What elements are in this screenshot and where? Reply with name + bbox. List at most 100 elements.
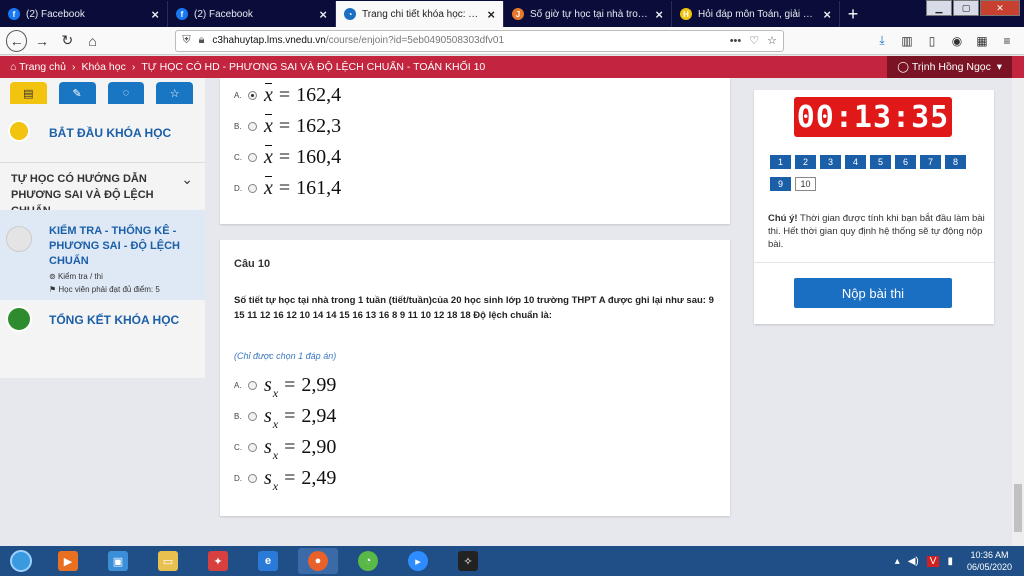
page-actions-menu[interactable]: ••• — [730, 35, 742, 47]
question-icon: ⊚ — [49, 272, 58, 281]
close-tab-icon[interactable]: × — [823, 7, 831, 22]
question-nav-button[interactable]: 1 — [770, 155, 791, 169]
network-icon[interactable]: ▮ — [947, 556, 953, 567]
option-radio[interactable] — [248, 473, 257, 483]
browser-tab-strip: f (2) Facebook × f (2) Facebook × ◔ Trang chi t… — [0, 0, 1024, 27]
taskbar-firefox[interactable]: ● — [298, 548, 338, 574]
answer-option[interactable]: D. s x = 2,49 — [234, 463, 336, 493]
account-icon[interactable]: ◉ — [946, 30, 968, 52]
antivirus-icon[interactable]: V — [926, 555, 940, 567]
system-clock[interactable]: 10:36 AM 06/05/2020 — [967, 549, 1012, 573]
formula-value: 2,49 — [301, 466, 337, 489]
scrollbar-thumb[interactable] — [1014, 484, 1022, 532]
answer-option[interactable]: A. x = 162,4 — [234, 80, 341, 110]
option-letter: B. — [234, 121, 242, 131]
user-name: Trịnh Hồng Ngọc — [911, 61, 991, 73]
exam-note: Chú ý! Thời gian được tính khi bạn bắt đ… — [768, 213, 985, 250]
bookmark-star-icon[interactable]: ☆ — [767, 34, 777, 47]
close-tab-icon[interactable]: × — [151, 7, 159, 22]
close-tab-icon[interactable]: × — [655, 7, 663, 22]
browser-tab[interactable]: f (2) Facebook × — [0, 1, 168, 27]
home-icon: ⌂ — [10, 61, 20, 73]
taskbar-app[interactable]: ▣ — [98, 548, 138, 574]
back-button[interactable]: ← — [6, 29, 28, 52]
tray-expand-icon[interactable]: ▴ — [895, 556, 900, 567]
option-radio[interactable] — [248, 411, 257, 421]
question-nav-button[interactable]: 7 — [920, 155, 941, 169]
option-radio[interactable] — [248, 152, 257, 162]
home-button[interactable]: ⌂ — [82, 30, 103, 52]
option-radio[interactable] — [248, 90, 257, 100]
sidebar-toggle-icon[interactable]: ▯ — [921, 30, 943, 52]
taskbar-explorer[interactable]: ▭ — [148, 548, 188, 574]
volume-icon[interactable]: ◀) — [908, 556, 919, 567]
question-nav-button[interactable]: 6 — [895, 155, 916, 169]
browser-tab[interactable]: H Hỏi đáp môn Toán, giải bài tập × — [672, 1, 840, 27]
answer-option[interactable]: C. x = 160,4 — [234, 142, 341, 172]
question-nav-button[interactable]: 9 — [770, 177, 791, 191]
menu-icon[interactable]: ≡ — [996, 30, 1018, 52]
browser-tab[interactable]: ◔ Trang chi tiết khóa học: TỰ HỌ × — [336, 1, 504, 27]
sidebar-item-start[interactable]: BẮT ĐẦU KHÓA HỌC — [0, 118, 205, 148]
library-icon[interactable]: ▥ — [896, 30, 918, 52]
taskbar-ie[interactable]: e — [248, 548, 288, 574]
forward-button[interactable]: → — [31, 30, 52, 52]
pocket-icon[interactable]: ♡ — [749, 34, 759, 47]
browser-tab[interactable]: f (2) Facebook × — [168, 1, 336, 27]
sidebar-section[interactable]: TỰ HỌC CÓ HƯỚNG DẪN PHƯƠNG SAI VÀ ĐỘ LỆC… — [0, 162, 205, 217]
tab-title: Hỏi đáp môn Toán, giải bài tập — [698, 8, 817, 20]
question-nav-button[interactable]: 5 — [870, 155, 891, 169]
sidebar-item-summary[interactable]: TỔNG KẾT KHÓA HỌC — [0, 302, 205, 342]
flag-icon: ⚑ — [49, 285, 59, 294]
breadcrumb-home[interactable]: Trang chủ — [19, 61, 66, 73]
minimize-button[interactable]: ▁ — [926, 0, 952, 16]
breadcrumb-courses[interactable]: Khóa học — [81, 61, 125, 73]
page-scrollbar[interactable] — [1012, 78, 1024, 546]
answer-option[interactable]: C. s x = 2,90 — [234, 432, 336, 462]
taskbar-zoom[interactable]: ▸ — [398, 548, 438, 574]
answer-option[interactable]: D. x = 161,4 — [234, 173, 341, 203]
option-radio[interactable] — [248, 121, 257, 131]
answer-option[interactable]: B. x = 162,3 — [234, 111, 341, 141]
tab-favorites[interactable]: ☆ — [156, 82, 193, 104]
formula-variable: s — [264, 435, 272, 458]
option-radio[interactable] — [248, 380, 257, 390]
browser-tab[interactable]: J Số giờ tự học tại nhà trong 1 tu × — [504, 1, 672, 27]
question-nav-button[interactable]: 2 — [795, 155, 816, 169]
option-radio[interactable] — [248, 442, 257, 452]
question-nav-button[interactable]: 4 — [845, 155, 866, 169]
formula-value: 161,4 — [296, 176, 342, 199]
taskbar-paint[interactable]: ✦ — [198, 548, 238, 574]
tab-comments[interactable]: ◌ — [107, 82, 145, 104]
user-menu[interactable]: ◯ Trịnh Hồng Ngọc ▾ — [887, 56, 1012, 78]
taskbar-coccoc[interactable]: ◔ — [348, 548, 388, 574]
tab-book[interactable]: ▤ — [10, 82, 47, 104]
lesson-type: ⊚ Kiểm tra / thi — [49, 272, 103, 281]
download-icon[interactable]: ⤓ — [871, 30, 893, 52]
extensions-icon[interactable]: ▦ — [971, 30, 993, 52]
question-nav-button[interactable]: 8 — [945, 155, 966, 169]
tab-attachments[interactable]: ✎ — [58, 82, 96, 104]
question-nav-button[interactable]: 3 — [820, 155, 841, 169]
option-radio[interactable] — [248, 183, 257, 193]
breadcrumb-current-course[interactable]: TỰ HỌC CÓ HD - PHƯƠNG SAI VÀ ĐỘ LỆCH CHU… — [141, 61, 485, 73]
sidebar-item-lesson[interactable]: KIỂM TRA - THỐNG KÊ - PHƯƠNG SAI - ĐỘ LỆ… — [0, 210, 205, 300]
reload-button[interactable]: ↻ — [57, 30, 78, 52]
sidebar-tabs: ▤ ✎ ◌ ☆ — [0, 78, 205, 108]
answer-option[interactable]: A. s x = 2,99 — [234, 370, 336, 400]
close-tab-icon[interactable]: × — [487, 7, 495, 22]
question-nav-button[interactable]: 10 — [795, 177, 816, 191]
equals-sign: = — [278, 83, 291, 106]
new-tab-button[interactable]: + — [840, 1, 866, 27]
taskbar-media-player[interactable]: ▶ — [48, 548, 88, 574]
maximize-button[interactable]: ▢ — [953, 0, 979, 16]
start-button[interactable] — [4, 547, 38, 575]
address-bar[interactable]: ⛨ 🔒︎ c3hahuytap.lms.vnedu.vn/course/enjo… — [175, 29, 785, 52]
answer-option[interactable]: B. s x = 2,94 — [234, 401, 336, 431]
close-window-button[interactable]: ✕ — [980, 0, 1020, 16]
taskbar-game[interactable]: ✧ — [448, 548, 488, 574]
course-sidebar: ▤ ✎ ◌ ☆ BẮT ĐẦU KHÓA HỌC TỰ HỌC CÓ HƯỚNG… — [0, 78, 205, 378]
submit-exam-button[interactable]: Nộp bài thi — [794, 278, 952, 308]
close-tab-icon[interactable]: × — [319, 7, 327, 22]
formula-subscript: x — [272, 416, 279, 431]
